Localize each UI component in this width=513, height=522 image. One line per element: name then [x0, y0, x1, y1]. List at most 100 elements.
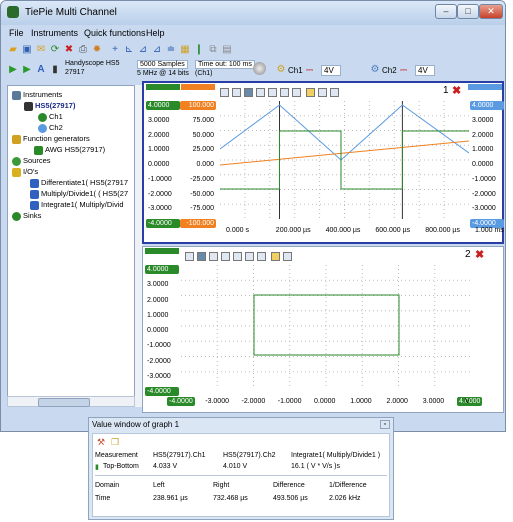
- graph1-tool-5[interactable]: [268, 88, 277, 97]
- instrument-icon[interactable]: ▮: [49, 64, 61, 76]
- graph1-right-tick: 4.0000: [470, 101, 504, 110]
- graph1-tool-1[interactable]: [220, 88, 229, 97]
- graph1-tool-9[interactable]: [318, 88, 327, 97]
- refresh-icon[interactable]: ⟳: [49, 44, 61, 56]
- graph-icon-1[interactable]: ⊾: [123, 44, 135, 56]
- graph2-tool-3[interactable]: [209, 252, 218, 261]
- delete-icon[interactable]: ✖: [63, 44, 75, 56]
- cursor-cell: 238.961 µs: [153, 495, 188, 502]
- graph1-tool-7[interactable]: [292, 88, 301, 97]
- ch1-range[interactable]: 4V: [321, 65, 341, 76]
- graph2-tool-8[interactable]: [271, 252, 280, 261]
- timeout-knob-icon[interactable]: [253, 62, 266, 75]
- value-cell: Top-Bottom: [103, 463, 139, 470]
- value-copy-icon[interactable]: ❐: [111, 437, 119, 448]
- graph1-close-icon[interactable]: ✖: [452, 84, 461, 97]
- tree-item-ch2[interactable]: Ch2: [38, 123, 63, 133]
- tree-item-instruments[interactable]: Instruments: [12, 90, 62, 100]
- menu-help[interactable]: Help: [146, 28, 165, 38]
- mail-icon[interactable]: ✉: [35, 44, 47, 56]
- tree-item-hs5[interactable]: HS5(27917): [24, 101, 75, 111]
- close-button[interactable]: ✕: [479, 4, 503, 19]
- value-tool-icon[interactable]: ⚒: [97, 437, 105, 448]
- tree-horizontal-scrollbar[interactable]: [7, 396, 135, 407]
- graph1-number: 1: [443, 85, 449, 96]
- graph1-right-tick: -1.0000: [472, 175, 496, 183]
- auto-icon[interactable]: A: [35, 64, 47, 76]
- graph2-tool-5[interactable]: [233, 252, 242, 261]
- settings-icon[interactable]: ✹: [91, 44, 103, 56]
- graph2-tool-1[interactable]: [185, 252, 194, 261]
- tree-item-multiply[interactable]: Multiply/Divide1( ( HS5(27: [30, 189, 128, 199]
- instrument-name: Handyscope HS5: [65, 60, 120, 67]
- graph1-tool-2[interactable]: [232, 88, 241, 97]
- tree-item-function-generators[interactable]: Function generators: [12, 134, 90, 144]
- value-window-title: Value window of graph 1: [92, 420, 180, 429]
- minimize-button[interactable]: –: [435, 4, 457, 19]
- graph1-tool-6[interactable]: [280, 88, 289, 97]
- tree-item-awg[interactable]: AWG HS5(27917): [34, 145, 105, 155]
- copy-icon[interactable]: ⧉: [207, 44, 219, 56]
- ch1-coupling-icon[interactable]: ⎓: [306, 65, 313, 76]
- maximize-button[interactable]: □: [457, 4, 479, 19]
- graph-icon-2[interactable]: ⊿: [137, 44, 149, 56]
- ch2-coupling-icon[interactable]: ⎓: [400, 65, 407, 76]
- graph2-y-tick: 0.0000: [147, 327, 169, 334]
- graph-2[interactable]: 2 ✖ 4.0000 3.0000 2.0000 1.0000 0.0000 -1.000…: [142, 246, 504, 413]
- ch1-label: Ch1: [288, 66, 303, 75]
- graph1-tool-3[interactable]: [244, 88, 253, 97]
- graph2-tool-6[interactable]: [245, 252, 254, 261]
- menu-instruments[interactable]: Instruments: [31, 28, 78, 38]
- add-graph-icon[interactable]: +: [109, 44, 121, 56]
- graph1-tool-10[interactable]: [330, 88, 339, 97]
- tree-item-integrate[interactable]: Integrate1( Multiply/Divid: [30, 200, 124, 210]
- graph1-mid-tick: 0.000: [196, 161, 214, 168]
- graph2-close-icon[interactable]: ✖: [475, 248, 484, 261]
- graph1-mid-axis: 100.000 75.000 50.000 25.000 0.000 -25.000 -50…: [180, 97, 216, 228]
- graph2-tool-7[interactable]: [257, 252, 266, 261]
- ch1-gear-icon[interactable]: ⚙: [275, 64, 287, 76]
- record-length[interactable]: 5000 Samples: [137, 60, 188, 69]
- single-run-icon[interactable]: ▶: [21, 64, 33, 76]
- print-icon[interactable]: ⎙: [77, 44, 89, 56]
- graph2-ch1-header: [145, 248, 179, 254]
- scroll-thumb[interactable]: [38, 398, 90, 407]
- graph2-tool-2[interactable]: [197, 252, 206, 261]
- graph1-mid-tick: -50.000: [190, 190, 214, 198]
- run-icon[interactable]: ▶: [7, 64, 19, 76]
- tree-item-sinks[interactable]: Sinks: [12, 211, 41, 221]
- menu-file[interactable]: File: [9, 28, 24, 38]
- graph1-tool-8[interactable]: [306, 88, 315, 97]
- graph1-x-tick: 600.000 µs: [375, 227, 411, 234]
- graph-icon-4[interactable]: ≐: [165, 44, 177, 56]
- value-window-close-button[interactable]: ▫: [380, 420, 390, 429]
- cursor-header: 1/Difference: [329, 482, 367, 489]
- tree-item-ch1[interactable]: Ch1: [38, 112, 63, 122]
- graph-icon-3[interactable]: ⊿: [151, 44, 163, 56]
- graph1-toolbar: 1 ✖: [220, 84, 464, 98]
- ch2-range[interactable]: 4V: [415, 65, 435, 76]
- graph2-plot: [181, 265, 471, 387]
- sample-rate[interactable]: 5 MHz @ 14 bits: [137, 70, 189, 77]
- trigger-timeout[interactable]: Time out: 100 ms: [195, 60, 255, 69]
- chip-icon[interactable]: ▦: [179, 44, 191, 56]
- cursor-header: Right: [213, 482, 230, 489]
- graph-1[interactable]: 1 ✖ 4.0000 3.0000 2.0000 1.0000 0.0000 -1.000…: [142, 81, 504, 244]
- graph1-tool-4[interactable]: [256, 88, 265, 97]
- save-icon[interactable]: ▣: [21, 44, 33, 56]
- open-icon[interactable]: ▰: [7, 44, 19, 56]
- graph2-tool-4[interactable]: [221, 252, 230, 261]
- tree-item-sources[interactable]: Sources: [12, 156, 51, 166]
- graph1-plot: [220, 101, 469, 219]
- tree-item-differentiate[interactable]: Differentiate1( HS5(27917: [30, 178, 128, 188]
- graph2-y-tick: -4.0000: [145, 387, 179, 396]
- graph2-tool-9[interactable]: [283, 252, 292, 261]
- awg-icon: [34, 145, 43, 155]
- ch2-gear-icon[interactable]: ⚙: [369, 64, 381, 76]
- tree-item-ios[interactable]: I/O's: [12, 167, 38, 177]
- integral-icon: [30, 200, 39, 210]
- cursor-icon[interactable]: ❙: [193, 44, 205, 56]
- table-icon[interactable]: ▤: [221, 44, 233, 56]
- title-bar: TiePie Multi Channel – □ ✕: [1, 1, 505, 25]
- menu-quick-functions[interactable]: Quick functions: [84, 28, 146, 38]
